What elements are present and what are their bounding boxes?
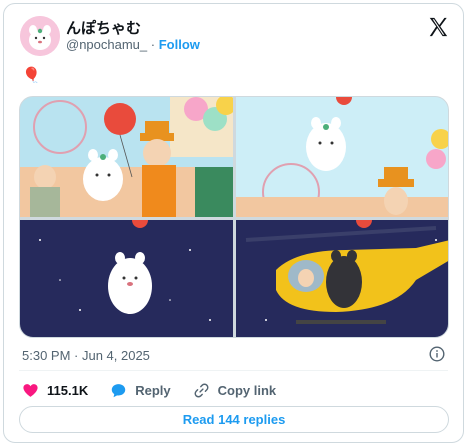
copy-link-button[interactable]: Copy link <box>193 382 277 399</box>
like-count: 115.1K <box>47 382 89 398</box>
tweet-card[interactable]: んぽちゃむ @npochamu_ · Follow 🎈 5:30 PM · Ju… <box>3 3 464 443</box>
info-icon[interactable] <box>429 346 445 362</box>
like-button[interactable]: 115.1K <box>22 382 88 399</box>
author-handle[interactable]: @npochamu_ <box>66 37 147 52</box>
media-grid[interactable] <box>19 96 449 338</box>
follow-button[interactable]: Follow <box>159 37 200 52</box>
copy-link-label: Copy link <box>217 382 277 398</box>
media-image-3[interactable] <box>20 220 233 337</box>
reply-label: Reply <box>135 382 171 398</box>
separator-dot: · <box>150 37 156 52</box>
media-image-2[interactable] <box>236 97 448 217</box>
link-icon <box>194 383 209 397</box>
read-replies-button[interactable]: Read 144 replies <box>19 406 449 433</box>
reply-button[interactable]: Reply <box>110 382 171 399</box>
author-handle-row: @npochamu_ · Follow <box>66 37 200 52</box>
action-bar: 115.1K Reply Copy link <box>22 380 298 400</box>
media-image-4[interactable] <box>236 220 448 337</box>
reply-icon <box>111 383 126 397</box>
x-logo-icon[interactable] <box>427 16 449 38</box>
media-image-1[interactable] <box>20 97 233 217</box>
author-name[interactable]: んぽちゃむ <box>66 17 141 38</box>
heart-icon <box>23 383 38 397</box>
author-avatar[interactable] <box>20 16 60 56</box>
tweet-timestamp[interactable]: 5:30 PM · Jun 4, 2025 <box>22 348 150 363</box>
tweet-text: 🎈 <box>22 67 41 84</box>
divider <box>19 370 448 371</box>
